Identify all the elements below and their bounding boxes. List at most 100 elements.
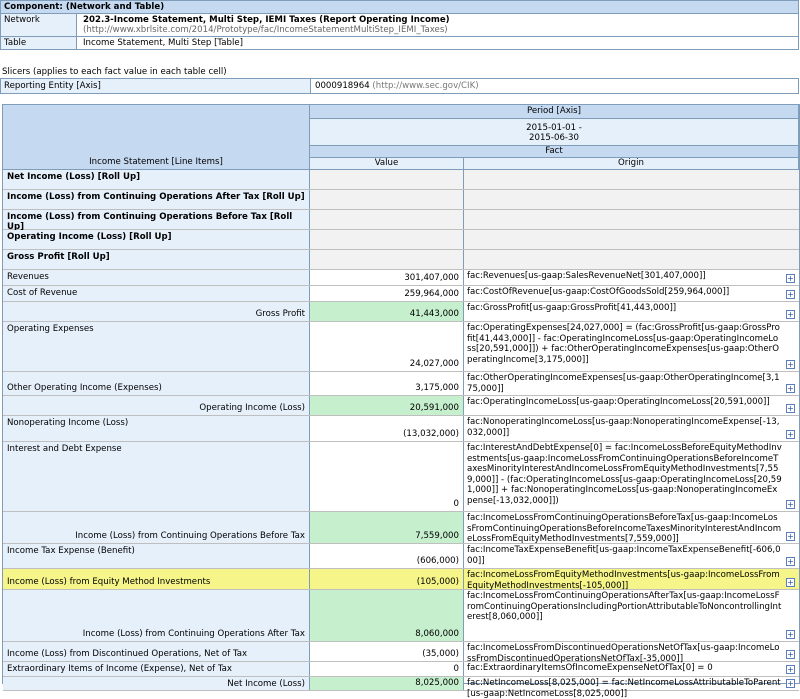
expand-icon[interactable]: + — [786, 650, 795, 659]
line-item-label: Cost of Revenue — [7, 288, 78, 298]
network-label: Network — [1, 14, 77, 36]
network-value: 202.3-Income Statement, Multi Step, IEMI… — [77, 14, 798, 36]
origin-text: fac:InterestAndDebtExpense[0] = fac:Inco… — [467, 443, 782, 506]
origin-cell: fac:GrossProfit[us-gaap:GrossProfit[41,4… — [464, 302, 799, 321]
origin-cell: fac:IncomeTaxExpenseBenefit[us-gaap:Inco… — [464, 544, 799, 568]
origin-cell: fac:CostOfRevenue[us-gaap:CostOfGoodsSol… — [464, 286, 799, 301]
value-cell: 8,060,000 — [310, 590, 464, 641]
line-item-label: Nonoperating Income (Loss) — [7, 418, 129, 428]
origin-cell: fac:IncomeLossFromEquityMethodInvestment… — [464, 569, 799, 591]
expand-icon[interactable]: + — [786, 578, 795, 587]
value-cell: (105,000) — [310, 569, 464, 589]
origin-header: Origin — [464, 158, 799, 170]
fact-value: (35,000) — [422, 649, 459, 659]
table-row: Operating Income (Loss) [Roll Up] — [3, 230, 799, 250]
table-row: Income (Loss) from Continuing Operations… — [3, 512, 799, 544]
fact-value: 7,559,000 — [415, 531, 459, 541]
period-line1: 2015-01-01 - — [526, 123, 582, 133]
line-item-cell: Operating Income (Loss) [Roll Up] — [3, 230, 310, 249]
origin-cell — [464, 190, 799, 209]
fact-value: (606,000) — [416, 556, 459, 566]
value-cell: 0 — [310, 442, 464, 511]
line-item-cell: Operating Expenses — [3, 322, 310, 371]
line-item-cell: Income (Loss) from Continuing Operations… — [3, 512, 310, 543]
line-item-label: Income (Loss) from Continuing Operations… — [82, 629, 305, 639]
line-item-label: Gross Profit — [255, 309, 305, 319]
line-item-label: Income (Loss) from Equity Method Investm… — [7, 577, 211, 587]
line-item-cell: Extraordinary Items of Income (Expense),… — [3, 662, 310, 676]
origin-cell — [464, 230, 799, 249]
line-item-cell: Income Tax Expense (Benefit) — [3, 544, 310, 568]
origin-cell: fac:IncomeLossFromDiscontinuedOperations… — [464, 642, 799, 664]
table-row: Income (Loss) from Equity Method Investm… — [3, 569, 799, 591]
table-row: Other Operating Income (Expenses) 3,175,0… — [3, 372, 799, 396]
line-item-label: Extraordinary Items of Income (Expense),… — [7, 664, 233, 674]
table-row: Gross Profit 41,443,000 fac:GrossProfit[us… — [3, 302, 799, 322]
origin-text: fac:ExtraordinaryItemsOfIncomeExpenseNet… — [467, 663, 713, 673]
origin-cell: fac:OperatingExpenses[24,027,000] = (fac… — [464, 322, 799, 371]
expand-icon[interactable]: + — [786, 310, 795, 319]
table-row: Interest and Debt Expense 0 fac:InterestAn… — [3, 442, 799, 512]
fact-value: 24,027,000 — [409, 359, 459, 369]
slicers-label: Slicers (applies to each fact value in e… — [2, 67, 227, 77]
component-title: Component: (Network and Table) — [1, 1, 798, 14]
line-item-label: Income (Loss) from Continuing Operations… — [7, 212, 293, 232]
expand-icon[interactable]: + — [786, 430, 795, 439]
slicer-value-url[interactable]: (http://www.sec.gov/CIK) — [372, 81, 478, 91]
table-row: Income Tax Expense (Benefit) (606,000) fac… — [3, 544, 799, 569]
expand-icon[interactable]: + — [786, 274, 795, 283]
line-item-cell: Interest and Debt Expense — [3, 442, 310, 511]
line-item-cell: Nonoperating Income (Loss) — [3, 416, 310, 441]
line-item-cell: Gross Profit [Roll Up] — [3, 250, 310, 269]
fact-table: Income Statement [Line Items] Period [Ax… — [2, 104, 800, 699]
value-cell: 20,591,000 — [310, 396, 464, 415]
network-url[interactable]: (http://www.xbrlsite.com/2014/Prototype/… — [83, 25, 792, 35]
line-item-label: Income (Loss) from Continuing Operations… — [7, 192, 305, 202]
network-row: Network 202.3-Income Statement, Multi St… — [1, 14, 798, 37]
line-items-header: Income Statement [Line Items] — [3, 157, 310, 170]
fact-value: (105,000) — [416, 577, 459, 587]
slicer-value: 0000918964 (http://www.sec.gov/CIK) — [311, 79, 798, 93]
origin-cell: fac:IncomeLossFromContinuingOperationsAf… — [464, 590, 799, 641]
origin-cell: fac:ExtraordinaryItemsOfIncomeExpenseNet… — [464, 662, 799, 676]
line-item-label: Operating Income (Loss) [Roll Up] — [7, 232, 172, 242]
table-row: Operating Expenses 24,027,000 fac:Operatin… — [3, 322, 799, 372]
table-row-info: Table Income Statement, Multi Step [Tabl… — [1, 37, 798, 49]
line-item-cell: Income (Loss) from Equity Method Investm… — [3, 569, 310, 589]
origin-text: fac:Revenues[us-gaap:SalesRevenueNet[301… — [467, 271, 706, 281]
expand-icon[interactable]: + — [786, 500, 795, 509]
expand-icon[interactable]: + — [786, 665, 795, 674]
line-item-label: Income (Loss) from Continuing Operations… — [75, 531, 305, 541]
expand-icon[interactable]: + — [786, 404, 795, 413]
expand-icon[interactable]: + — [786, 360, 795, 369]
origin-text: fac:OperatingIncomeLoss[us-gaap:Operatin… — [467, 397, 770, 407]
table-row: Net Income (Loss) [Roll Up] — [3, 170, 799, 190]
period-axis-header: Period [Axis] — [310, 105, 799, 119]
line-item-label: Operating Income (Loss) — [199, 403, 305, 413]
fact-value: 0 — [453, 499, 459, 509]
fact-header: Fact — [310, 146, 799, 158]
fact-value: (13,032,000) — [403, 429, 459, 439]
expand-icon[interactable]: + — [786, 290, 795, 299]
line-item-cell: Gross Profit — [3, 302, 310, 321]
origin-text: fac:NonoperatingIncomeLoss[us-gaap:Nonop… — [467, 417, 780, 438]
fact-value: 41,443,000 — [409, 309, 459, 319]
line-item-label: Net Income (Loss) [Roll Up] — [7, 172, 141, 182]
line-item-label: Income (Loss) from Discontinued Operatio… — [7, 649, 248, 659]
line-item-cell: Income (Loss) from Continuing Operations… — [3, 190, 310, 209]
line-item-label: Gross Profit [Roll Up] — [7, 252, 110, 262]
expand-icon[interactable]: + — [786, 630, 795, 639]
origin-text: fac:IncomeLossFromEquityMethodInvestment… — [467, 570, 780, 591]
expand-icon[interactable]: + — [786, 532, 795, 541]
value-cell — [310, 190, 464, 209]
origin-cell: fac:InterestAndDebtExpense[0] = fac:Inco… — [464, 442, 799, 511]
value-header: Value — [310, 158, 464, 170]
expand-icon[interactable]: + — [786, 557, 795, 566]
value-cell: (13,032,000) — [310, 416, 464, 441]
line-item-label: Income Tax Expense (Benefit) — [7, 546, 135, 556]
expand-icon[interactable]: + — [786, 384, 795, 393]
value-cell: 0 — [310, 662, 464, 676]
line-item-cell: Cost of Revenue — [3, 286, 310, 301]
slicer-table: Reporting Entity [Axis] 0000918964 (http… — [0, 78, 799, 94]
slicer-axis: Reporting Entity [Axis] — [1, 79, 311, 93]
